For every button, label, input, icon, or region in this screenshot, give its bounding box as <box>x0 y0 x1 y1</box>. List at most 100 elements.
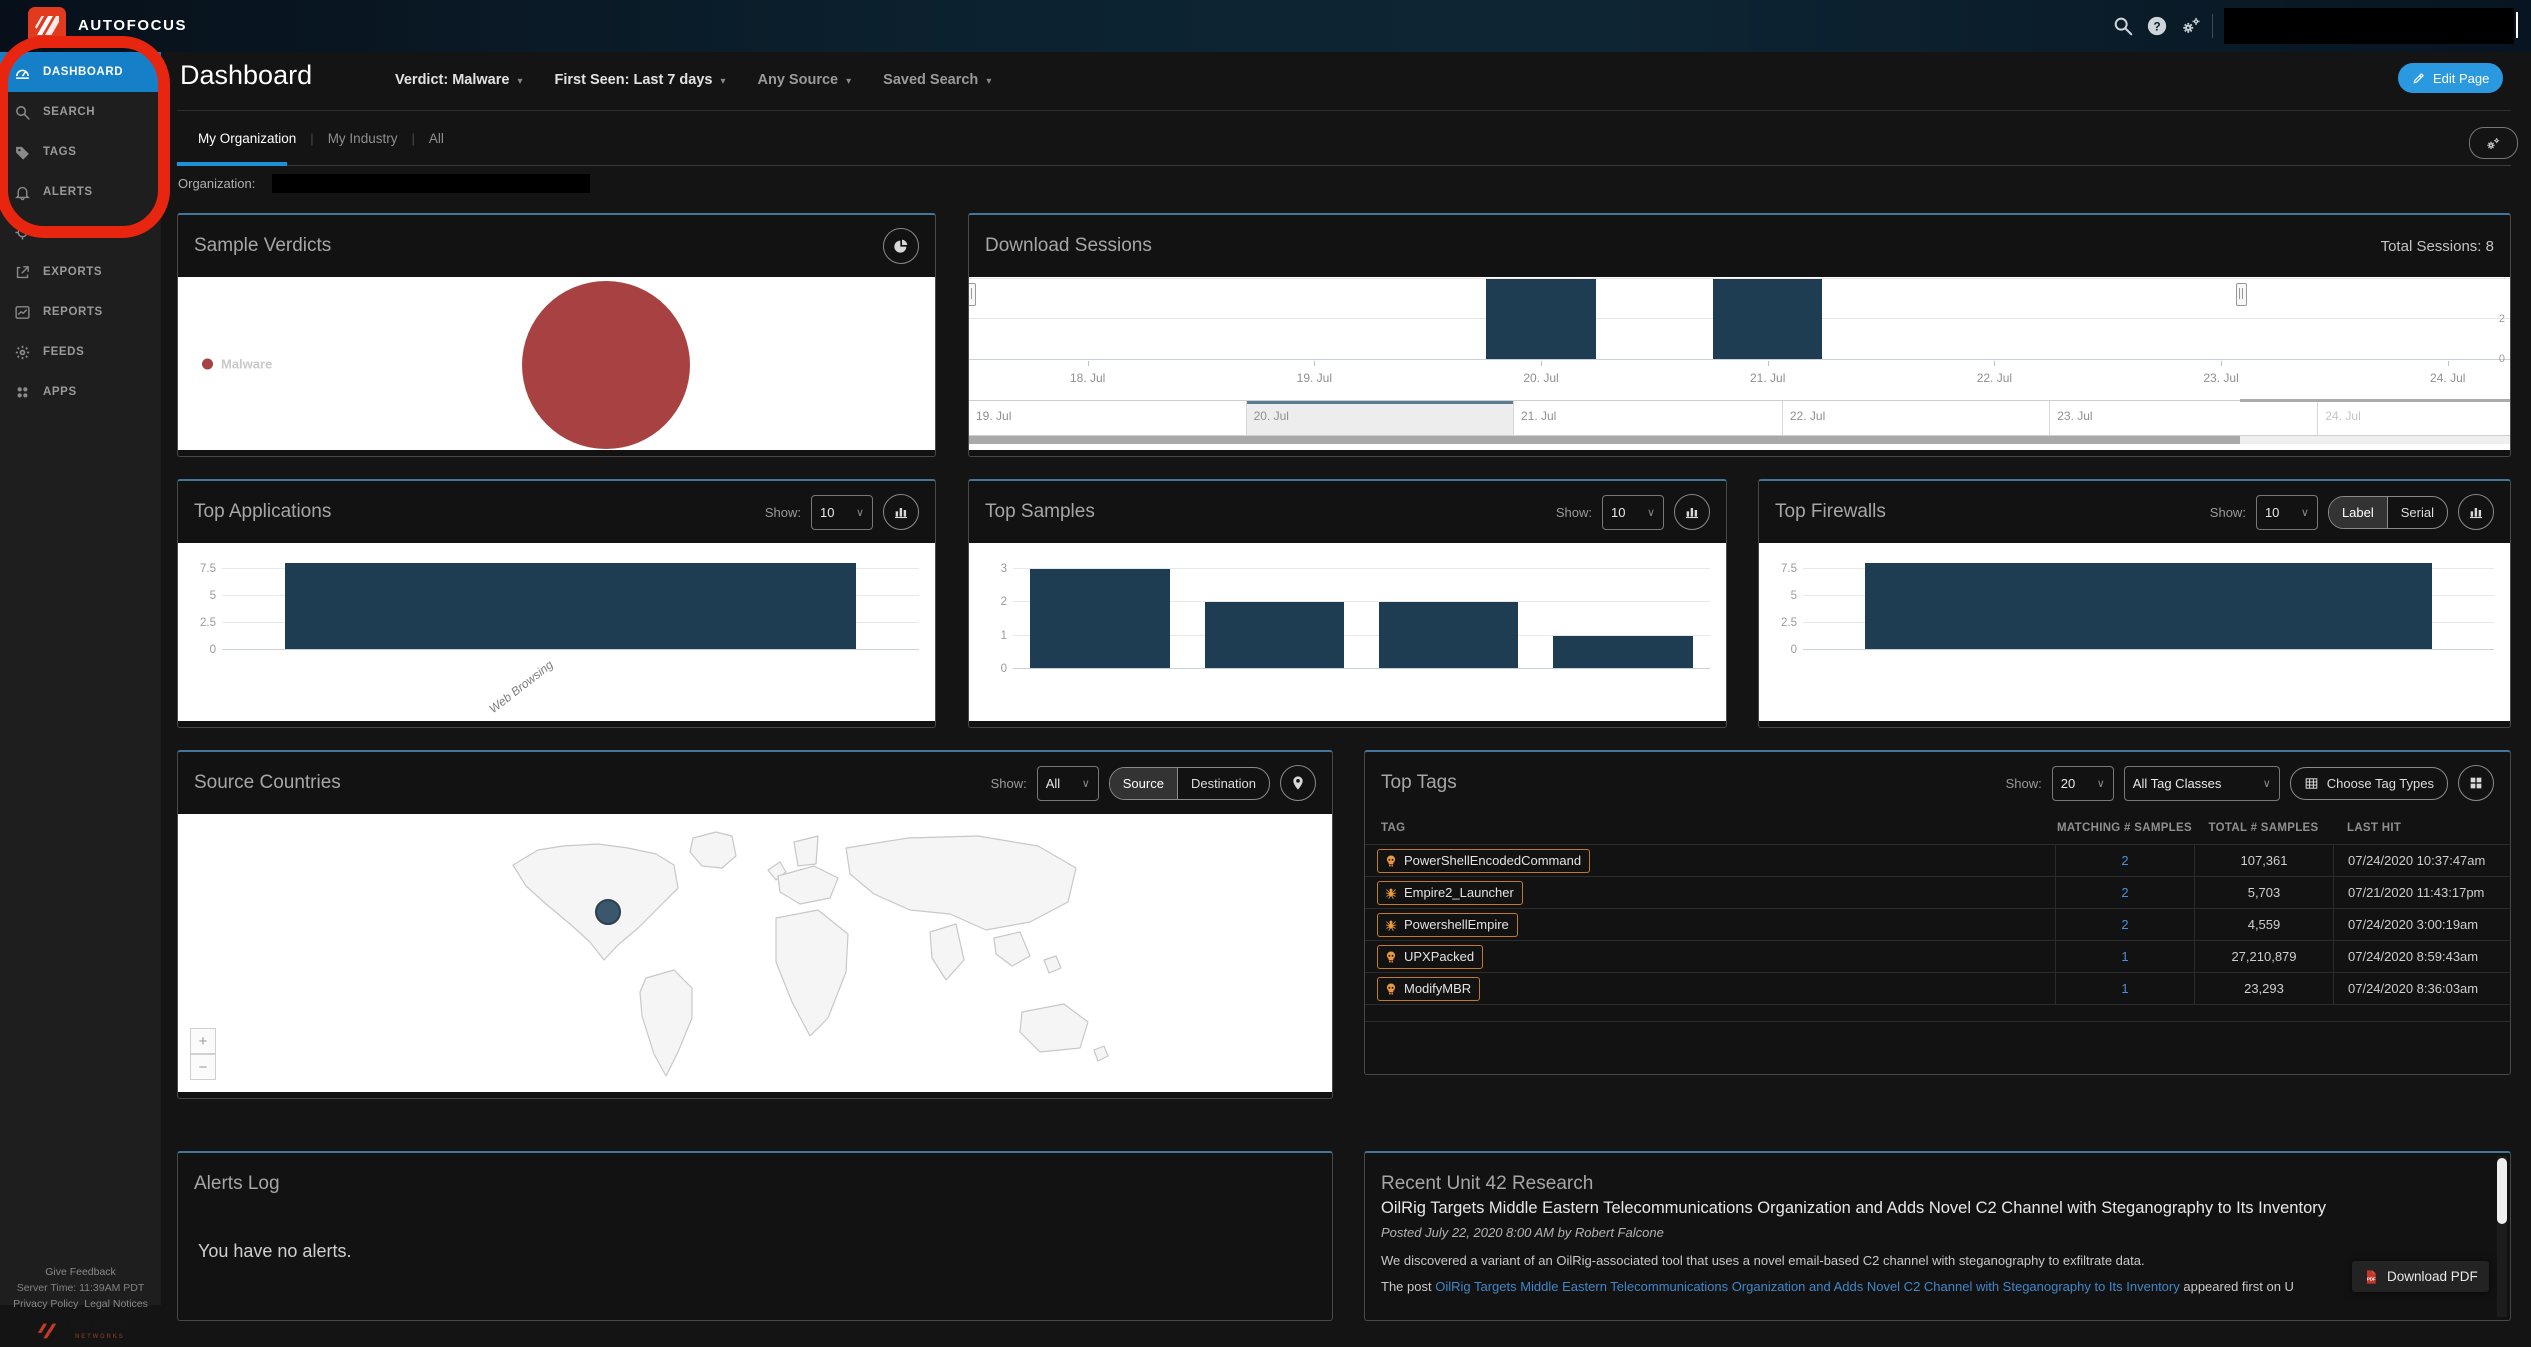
sidebar-item-reports[interactable]: REPORTS <box>0 292 161 332</box>
sidebar-item-exports[interactable]: EXPORTS <box>0 252 161 292</box>
navigator-cell[interactable]: 22. Jul <box>1782 401 2050 435</box>
filter-source[interactable]: Any Source ▾ <box>758 72 852 88</box>
tag-classes-select[interactable]: All Tag Classes∨ <box>2124 766 2280 801</box>
widget-title: Top Firewalls <box>1775 501 1886 523</box>
bar[interactable] <box>1553 636 1692 669</box>
show-select[interactable]: 10∨ <box>1602 495 1664 530</box>
give-feedback-link[interactable]: Give Feedback <box>45 1266 116 1278</box>
tag-pill-ModifyMBR[interactable]: ModifyMBR <box>1377 977 1480 1001</box>
tag-pill-PowerShellEncodedCommand[interactable]: PowerShellEncodedCommand <box>1377 849 1590 873</box>
navigator-scrollbar-thumb[interactable] <box>969 436 2240 444</box>
show-select[interactable]: 20∨ <box>2052 766 2114 801</box>
server-time: Server Time: 11:39AM PDT <box>0 1280 161 1296</box>
y-axis-tick-label: 2.5 <box>182 617 216 629</box>
sidebar-item-tags[interactable]: TAGS <box>0 132 161 172</box>
privacy-policy-link[interactable]: Privacy Policy <box>13 1298 78 1310</box>
show-select[interactable]: 10∨ <box>811 495 873 530</box>
legal-notices-link[interactable]: Legal Notices <box>84 1298 148 1310</box>
matching-samples-link[interactable]: 1 <box>2055 973 2194 1004</box>
tab-my-organization[interactable]: My Organization <box>198 131 296 146</box>
sidebar-item-apps[interactable]: APPS <box>0 372 161 412</box>
map-zoom-out-button[interactable]: − <box>190 1054 216 1080</box>
choose-tag-types-button[interactable]: Choose Tag Types <box>2290 767 2448 800</box>
article-title[interactable]: OilRig Targets Middle Eastern Telecommun… <box>1381 1199 2470 1218</box>
article-link[interactable]: OilRig Targets Middle Eastern Telecommun… <box>1435 1279 2180 1294</box>
bar[interactable] <box>1865 563 2432 650</box>
show-label: Show: <box>2006 776 2042 791</box>
tag-pill-UPXPacked[interactable]: UPXPacked <box>1377 945 1483 969</box>
sidebar-item-alerts[interactable]: ALERTS <box>0 172 161 212</box>
grid-view-button[interactable] <box>2458 765 2494 801</box>
sidebar-item-dashboard[interactable]: DASHBOARD <box>0 52 161 92</box>
legend-item-malware[interactable]: Malware <box>202 356 272 371</box>
export-icon <box>14 264 31 281</box>
bar-20-Jul[interactable] <box>1486 279 1595 359</box>
map-pin-button[interactable] <box>1280 765 1316 801</box>
show-select[interactable]: All∨ <box>1037 766 1099 801</box>
navigator-cell[interactable]: 24. Jul <box>2317 401 2510 435</box>
help-icon[interactable]: ? <box>2146 15 2168 37</box>
toggle-destination[interactable]: Destination <box>1177 768 1269 799</box>
sidebar-item-search[interactable]: SEARCH <box>0 92 161 132</box>
bar-chart-type-button[interactable] <box>2458 494 2494 530</box>
tag-pill-PowershellEmpire[interactable]: PowershellEmpire <box>1377 913 1518 937</box>
table-row: PowerShellEncodedCommand2107,36107/24/20… <box>1365 844 2510 876</box>
map-marker[interactable] <box>596 900 620 924</box>
paloalto-logo-sub: NETWORKS <box>63 1329 124 1345</box>
topbar: AUTOFOCUS ? <box>0 0 2531 52</box>
show-label: Show: <box>765 505 801 520</box>
pie-chart-type-button[interactable] <box>883 228 919 264</box>
bar-slot <box>1362 559 1536 669</box>
navigator-cell[interactable]: 20. Jul <box>1246 401 1514 435</box>
toggle-serial[interactable]: Serial <box>2387 497 2447 528</box>
scrollbar-thumb[interactable] <box>2497 1158 2507 1224</box>
navigator-handle-left[interactable] <box>969 283 976 306</box>
bar[interactable] <box>285 563 857 650</box>
bar[interactable] <box>1379 602 1518 669</box>
col-matching: MATCHING # SAMPLES <box>2055 822 2194 834</box>
bar-chart-type-button[interactable] <box>1674 494 1710 530</box>
y-axis-tick-label: 0 <box>182 644 216 656</box>
navigator-cell[interactable]: 21. Jul <box>1513 401 1783 435</box>
world-map-svg <box>478 820 1138 1082</box>
bar-chart-type-button[interactable] <box>883 494 919 530</box>
sidebar-item-indicators[interactable]: INDICATORS <box>0 212 161 252</box>
tab-all[interactable]: All <box>429 131 444 146</box>
table-end-divider <box>1365 1004 2510 1021</box>
tab-my-industry[interactable]: My Industry <box>328 131 398 146</box>
edit-page-button[interactable]: Edit Page <box>2398 63 2503 93</box>
matching-samples-link[interactable]: 2 <box>2055 845 2194 876</box>
pie-slice-malware[interactable] <box>522 281 690 449</box>
tag-cell: PowerShellEncodedCommand <box>1365 845 2055 876</box>
matching-samples-link[interactable]: 2 <box>2055 877 2194 908</box>
bar[interactable] <box>1030 569 1169 669</box>
tag-pill-Empire2_Launcher[interactable]: Empire2_Launcher <box>1377 881 1523 905</box>
navigator-cell[interactable]: 19. Jul <box>969 401 1246 435</box>
filter-first-seen[interactable]: First Seen: Last 7 days ▾ <box>555 72 726 88</box>
toggle-source[interactable]: Source <box>1110 768 1177 799</box>
tag-cell: ModifyMBR <box>1365 973 2055 1004</box>
bar-21-Jul[interactable] <box>1713 279 1822 359</box>
sidebar-item-feeds[interactable]: FEEDS <box>0 332 161 372</box>
navigator-handle-right[interactable] <box>2236 283 2247 306</box>
toggle-label[interactable]: Label <box>2329 497 2387 528</box>
navigator-label: 21. Jul <box>1521 409 1556 423</box>
matching-samples-link[interactable]: 2 <box>2055 909 2194 940</box>
tab-separator: | <box>310 131 313 146</box>
map-zoom-in-button[interactable]: + <box>190 1028 216 1054</box>
dashboard-settings-button[interactable] <box>2469 127 2518 159</box>
tag-label: Empire2_Launcher <box>1404 885 1514 900</box>
matching-samples-link[interactable]: 1 <box>2055 941 2194 972</box>
filter-saved-search[interactable]: Saved Search ▾ <box>883 72 991 88</box>
bar[interactable] <box>1205 602 1344 669</box>
pdf-icon: PDF <box>2363 1269 2379 1285</box>
tag-label: UPXPacked <box>1404 949 1474 964</box>
navigator-cell[interactable]: 23. Jul <box>2049 401 2318 435</box>
filter-verdict[interactable]: Verdict: Malware ▾ <box>395 72 523 88</box>
gears-icon[interactable] <box>2180 15 2202 37</box>
sidebar-item-label: EXPORTS <box>43 266 102 278</box>
show-select[interactable]: 10∨ <box>2256 495 2318 530</box>
navigator-scrollbar[interactable] <box>969 436 2510 444</box>
download-pdf-button[interactable]: PDF Download PDF <box>2352 1261 2489 1292</box>
search-icon[interactable] <box>2112 15 2134 37</box>
